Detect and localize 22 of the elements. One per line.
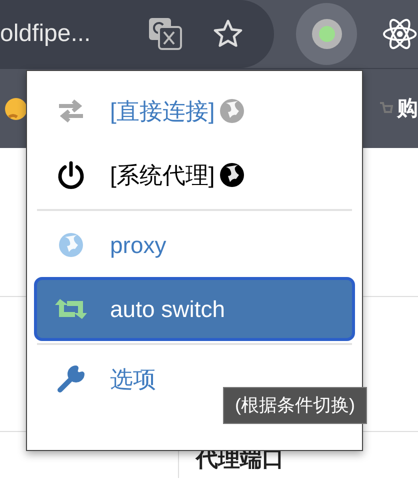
address-text: oldfipe... <box>0 19 92 49</box>
tooltip: (根据条件切换) <box>223 387 367 424</box>
translate-icon[interactable] <box>148 17 182 51</box>
menu-item-label: [系统代理] <box>110 160 215 190</box>
arrows-icon <box>56 98 86 124</box>
globe-icon <box>218 98 245 124</box>
wrench-icon <box>56 364 86 394</box>
menu-item[interactable]: 选项 <box>34 347 173 411</box>
menu-item-label: proxy <box>110 230 166 260</box>
bookmark-label[interactable]: 购 <box>397 92 418 124</box>
atom-icon[interactable] <box>382 16 418 52</box>
globe-icon <box>218 162 245 188</box>
menu-item[interactable]: auto switch <box>34 277 355 341</box>
menu-item-label: [直接连接] <box>110 96 215 126</box>
menu-item[interactable]: [直接连接] <box>34 79 262 143</box>
menu-item-label: 选项 <box>110 364 156 394</box>
menu-item[interactable]: proxy <box>34 213 184 277</box>
power-icon <box>56 160 86 190</box>
star-icon[interactable] <box>212 18 244 50</box>
menu-item-label: auto switch <box>110 294 226 324</box>
thinking-face-icon[interactable] <box>4 96 28 120</box>
menu-item[interactable]: [系统代理] <box>34 143 262 207</box>
